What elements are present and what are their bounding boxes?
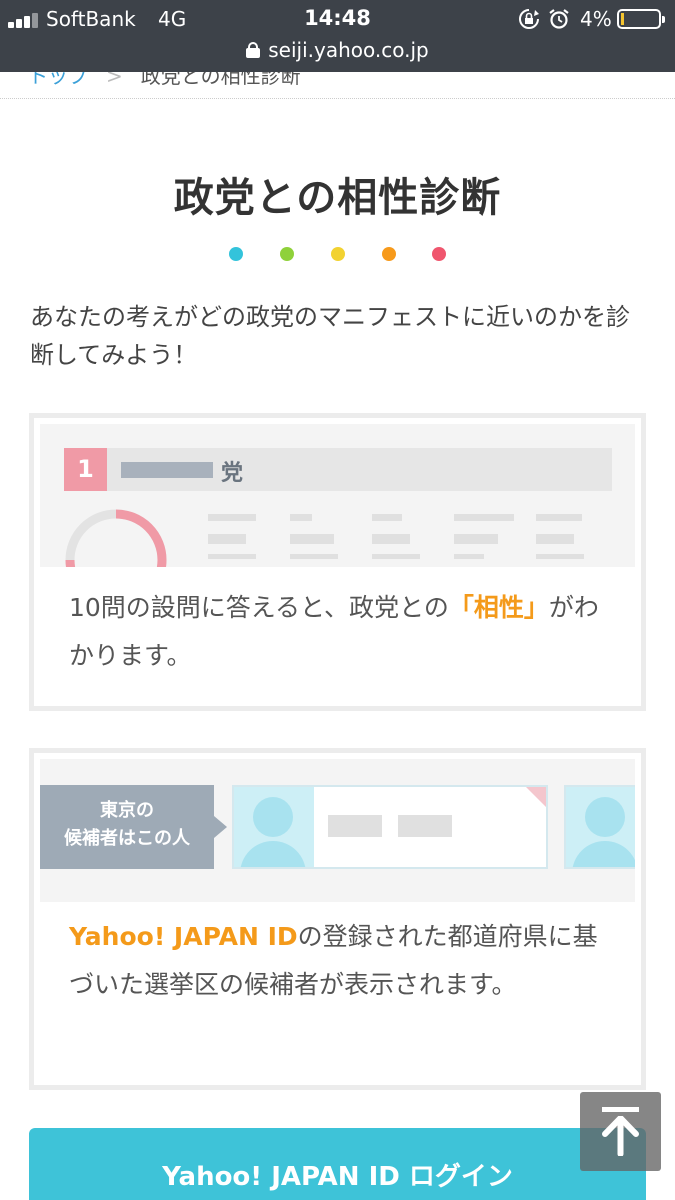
decorative-dots bbox=[229, 247, 449, 261]
party-rank-bar: 1 党 bbox=[64, 448, 612, 491]
candidate-avatar-icon bbox=[566, 787, 635, 867]
region-tag-line1: 東京の bbox=[100, 800, 154, 821]
candidate-party-placeholder bbox=[398, 815, 452, 837]
dot-5 bbox=[432, 247, 446, 261]
feature-card-candidates: 東京の 候補者はこの人 Yahoo! JAPAN IDの登録された都道府県に基づ… bbox=[29, 748, 646, 1090]
candidates-illustration: 東京の 候補者はこの人 bbox=[40, 759, 635, 902]
party-suffix: 党 bbox=[221, 461, 244, 486]
candidate-avatar-icon bbox=[234, 787, 314, 867]
region-tag-line2: 候補者はこの人 bbox=[64, 828, 190, 849]
page-title: 政党との相性診断 bbox=[173, 175, 502, 221]
compatibility-description: 10問の設問に答えると、政党との「相性」がわかります。 bbox=[69, 584, 599, 680]
dot-1 bbox=[229, 247, 243, 261]
dot-4 bbox=[382, 247, 396, 261]
candidates-description: Yahoo! JAPAN IDの登録された都道府県に基づいた選挙区の候補者が表示… bbox=[69, 913, 609, 1009]
battery-icon bbox=[617, 9, 665, 29]
score-ring-icon bbox=[65, 509, 167, 567]
intro-text: あなたの考えがどの政党のマニフェストに近いのかを診断してみよう！ bbox=[30, 303, 630, 369]
candidate-card-next bbox=[564, 785, 635, 869]
compatibility-illustration: 1 党 bbox=[40, 424, 635, 567]
candidate-name-placeholder bbox=[328, 815, 382, 837]
address-bar[interactable]: seiji.yahoo.co.jp bbox=[0, 38, 675, 70]
card2-highlight: Yahoo! JAPAN ID bbox=[69, 922, 298, 951]
feature-card-compatibility: 1 党 10問の設問に答えると、政党との「相性」がわかります。 bbox=[29, 413, 646, 711]
padlock-icon bbox=[246, 42, 261, 58]
header-divider bbox=[0, 98, 675, 99]
clock: 14:48 bbox=[304, 6, 371, 30]
url-text: seiji.yahoo.co.jp bbox=[268, 38, 429, 62]
region-tag: 東京の 候補者はこの人 bbox=[40, 785, 227, 869]
battery-percentage: 4% bbox=[580, 7, 612, 31]
arrow-up-icon bbox=[602, 1116, 639, 1156]
status-bar: SoftBank 4G 14:48 4% seiji.yahoo.co.jp bbox=[0, 0, 675, 72]
dot-2 bbox=[280, 247, 294, 261]
top-bar-icon bbox=[602, 1107, 639, 1112]
yahoo-login-button[interactable]: Yahoo! JAPAN ID ログイン bbox=[29, 1128, 646, 1200]
candidate-card bbox=[232, 785, 548, 869]
dot-3 bbox=[331, 247, 345, 261]
card1-text-before: 10問の設問に答えると、政党との bbox=[69, 593, 449, 622]
battery-level-fill bbox=[621, 13, 624, 25]
card1-highlight: 「相性」 bbox=[448, 593, 549, 622]
rank-number: 1 bbox=[64, 448, 107, 491]
card-corner-mark bbox=[526, 787, 546, 807]
rotation-lock-icon bbox=[519, 9, 539, 29]
back-to-top-button[interactable] bbox=[580, 1092, 661, 1171]
party-name-placeholder bbox=[121, 462, 213, 478]
alarm-icon bbox=[549, 9, 569, 29]
